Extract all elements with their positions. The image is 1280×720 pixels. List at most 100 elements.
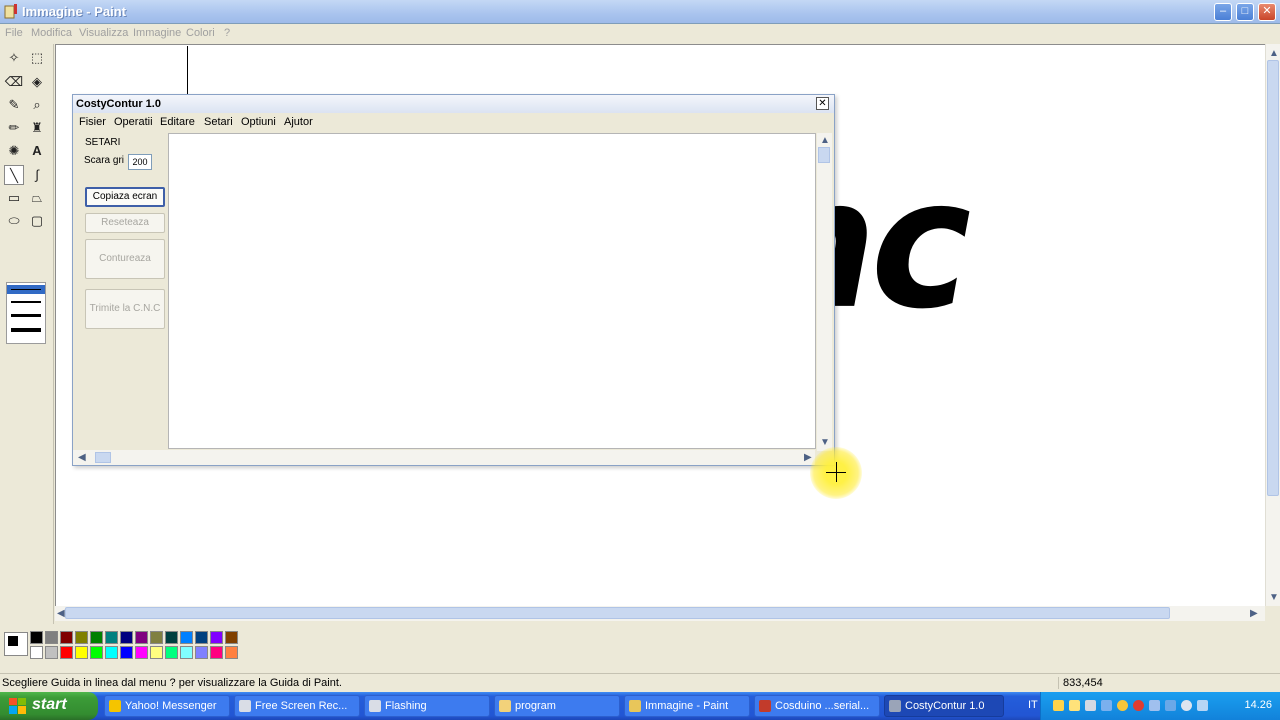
scroll-left-icon[interactable]: ◀ [57,608,65,619]
dialog-menu-operatii[interactable]: Operatii [114,116,153,128]
tray-icon-8[interactable] [1165,700,1176,711]
color-swatch[interactable] [165,646,178,659]
dialog-menu-setari[interactable]: Setari [204,116,233,128]
curve-tool-icon[interactable]: ∫ [27,165,47,185]
dialog-menu-editare[interactable]: Editare [160,116,195,128]
polygon-tool-icon[interactable]: ⏢ [27,188,47,208]
dialog-menu-optiuni[interactable]: Optiuni [241,116,276,128]
rounded-rect-tool-icon[interactable]: ▢ [27,211,47,231]
dialog-scroll-left-icon[interactable]: ◀ [78,452,86,463]
color-picker-icon[interactable]: ✎ [4,95,24,115]
dialog-vertical-scrollbar[interactable]: ▲ ▼ [817,133,832,451]
color-swatch[interactable] [165,631,178,644]
taskbar-item[interactable]: Free Screen Rec... [234,695,360,717]
tray-icon-2[interactable] [1069,700,1080,711]
color-swatch[interactable] [105,631,118,644]
magnifier-icon[interactable]: ⌕ [27,95,47,115]
eraser-icon[interactable]: ⌫ [4,72,24,92]
taskbar-item[interactable]: CostyContur 1.0 [884,695,1004,717]
dialog-preview-canvas[interactable] [168,133,816,449]
tray-icon-3[interactable] [1085,700,1096,711]
menu-file[interactable]: File [5,27,23,39]
scroll-right-icon[interactable]: ▶ [1250,608,1258,619]
taskbar-item[interactable]: Immagine - Paint [624,695,750,717]
paint-title-bar[interactable]: Immagine - Paint – □ ✕ [0,0,1280,24]
minimize-button[interactable]: – [1214,3,1232,21]
taskbar-item[interactable]: Cosduino ...serial... [754,695,880,717]
ellipse-tool-icon[interactable]: ⬭ [4,211,24,231]
fill-bucket-icon[interactable]: ◈ [27,72,47,92]
close-button[interactable]: ✕ [1258,3,1276,21]
line-tool-icon[interactable]: ╲ [4,165,24,185]
tray-icon-1[interactable] [1053,700,1064,711]
color-swatch[interactable] [150,646,163,659]
menu-help[interactable]: ? [224,27,230,39]
canvas-vertical-scrollbar[interactable]: ▲ ▼ [1265,44,1280,606]
color-swatch[interactable] [60,646,73,659]
color-swatch[interactable] [180,646,193,659]
color-swatch[interactable] [30,646,43,659]
dialog-scroll-up-icon[interactable]: ▲ [820,135,830,146]
color-swatch[interactable] [210,646,223,659]
dialog-hscroll-thumb[interactable] [95,452,111,463]
color-swatch[interactable] [225,631,238,644]
dialog-menu-ajutor[interactable]: Ajutor [284,116,313,128]
trimite-cnc-button[interactable]: Trimite la C.N.C [85,289,165,329]
text-tool-icon[interactable]: A [27,141,47,161]
color-swatch[interactable] [195,631,208,644]
color-swatch[interactable] [150,631,163,644]
color-swatch[interactable] [180,631,193,644]
horizontal-scroll-thumb[interactable] [65,607,1170,619]
pencil-icon[interactable]: ✏ [4,118,24,138]
dialog-close-button[interactable]: ✕ [816,97,829,110]
taskbar-item[interactable]: Flashing [364,695,490,717]
free-form-select-icon[interactable]: ✧ [4,48,24,68]
vertical-scroll-thumb[interactable] [1267,60,1279,496]
taskbar-item[interactable]: Yahoo! Messenger [104,695,230,717]
dialog-vscroll-thumb[interactable] [818,147,830,163]
menu-visualizza[interactable]: Visualizza [79,27,128,39]
color-swatch[interactable] [135,646,148,659]
brush-icon[interactable]: ♜ [27,118,47,138]
color-swatch[interactable] [195,646,208,659]
tray-icon-9[interactable] [1181,700,1192,711]
contureaza-button[interactable]: Contureaza [85,239,165,279]
menu-colori[interactable]: Colori [186,27,215,39]
color-swatch[interactable] [135,631,148,644]
menu-immagine[interactable]: Immagine [133,27,181,39]
dialog-scroll-right-icon[interactable]: ▶ [804,452,812,463]
taskbar-item[interactable]: program [494,695,620,717]
copiaza-ecran-button[interactable]: Copiaza ecran [85,187,165,207]
dialog-scroll-down-icon[interactable]: ▼ [820,437,830,448]
color-swatch[interactable] [60,631,73,644]
canvas-horizontal-scrollbar[interactable]: ◀ ▶ [55,606,1265,621]
dialog-title-bar[interactable]: CostyContur 1.0 ✕ [73,95,834,113]
color-swatch[interactable] [120,631,133,644]
reseteaza-button[interactable]: Reseteaza [85,213,165,233]
color-swatch[interactable] [90,631,103,644]
scroll-down-icon[interactable]: ▼ [1269,592,1279,603]
color-swatch[interactable] [210,631,223,644]
color-swatch[interactable] [30,631,43,644]
dialog-menu-fisier[interactable]: Fisier [79,116,106,128]
tray-icon-10[interactable] [1197,700,1208,711]
color-swatch[interactable] [75,631,88,644]
color-swatch[interactable] [45,646,58,659]
tray-icon-4[interactable] [1101,700,1112,711]
color-swatch[interactable] [90,646,103,659]
color-swatch[interactable] [120,646,133,659]
rect-select-icon[interactable]: ⬚ [27,48,47,68]
tray-icon-7[interactable] [1149,700,1160,711]
tray-icon-5[interactable] [1117,700,1128,711]
maximize-button[interactable]: □ [1236,3,1254,21]
scara-gri-input[interactable] [128,154,152,170]
color-swatch[interactable] [45,631,58,644]
start-button[interactable]: start [0,692,98,720]
tray-icon-6[interactable] [1133,700,1144,711]
airbrush-icon[interactable]: ✺ [4,141,24,161]
menu-modifica[interactable]: Modifica [31,27,72,39]
rectangle-tool-icon[interactable]: ▭ [4,188,24,208]
line-width-selector[interactable] [6,282,46,344]
dialog-horizontal-scrollbar[interactable]: ◀ ▶ [73,450,815,465]
color-swatch[interactable] [225,646,238,659]
